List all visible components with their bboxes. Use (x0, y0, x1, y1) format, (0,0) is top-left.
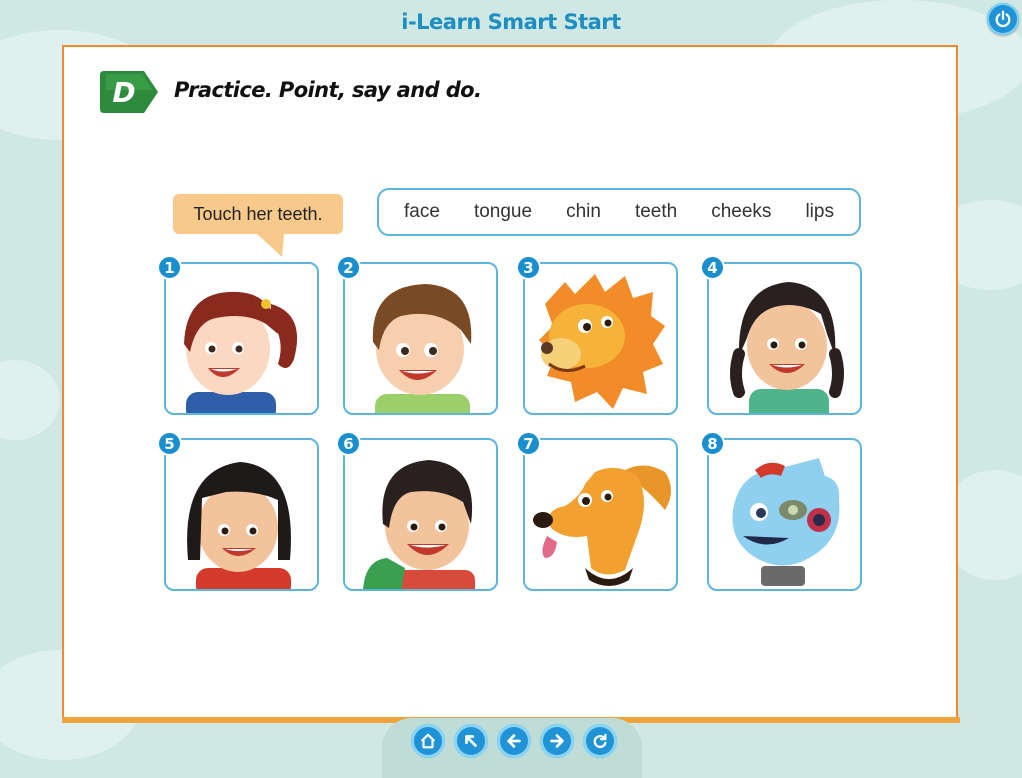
dog-illustration (533, 465, 671, 586)
arrow-up-left-icon (465, 735, 477, 747)
picture-number: 1 (157, 255, 182, 280)
picture-card-robot[interactable] (707, 438, 862, 591)
word-chin: chin (566, 201, 601, 222)
arrow-left-icon (507, 734, 521, 748)
word-face: face (404, 201, 440, 222)
picture-number: 4 (700, 255, 725, 280)
picture-number: 7 (516, 431, 541, 456)
picture-card-girl-black-hair[interactable] (164, 438, 319, 591)
boy-backpack-illustration (363, 460, 475, 589)
activity-heading: Practice. Point, say and do. (174, 78, 482, 102)
picture-number: 2 (336, 255, 361, 280)
girl-face-illustration (184, 291, 298, 413)
home-button[interactable] (411, 724, 445, 758)
picture-number: 5 (157, 431, 182, 456)
next-button[interactable] (540, 724, 574, 758)
word-tongue: tongue (473, 201, 533, 222)
boy-face-illustration (372, 284, 472, 413)
previous-button[interactable] (497, 724, 531, 758)
picture-card-girl-with-braids[interactable] (707, 262, 862, 415)
power-button[interactable] (987, 3, 1019, 35)
section-letter: D (112, 76, 135, 109)
girl-bangs-illustration (187, 462, 291, 589)
arrow-right-icon (550, 734, 564, 748)
picture-card-dog[interactable] (523, 438, 678, 591)
refresh-button[interactable] (583, 724, 617, 758)
lion-illustration (539, 274, 665, 409)
refresh-icon (593, 733, 607, 749)
background-cloud (0, 360, 60, 440)
word-lips: lips (805, 201, 834, 222)
robot-illustration (732, 458, 840, 586)
girl-braids-illustration (730, 282, 844, 413)
word-teeth: teeth (634, 201, 678, 222)
picture-card-girl-with-ponytail[interactable] (164, 262, 319, 415)
picture-card-boy-brown-hair[interactable] (343, 262, 498, 415)
picture-card-boy-with-backpack[interactable] (343, 438, 498, 591)
word-box: face tongue chin teeth cheeks lips (377, 188, 861, 236)
speech-bubble: Touch her teeth. (173, 194, 343, 234)
power-icon (995, 10, 1011, 28)
word-cheeks: cheeks (711, 201, 772, 222)
speech-text: Touch her teeth. (193, 203, 323, 224)
app-title: i-Learn Smart Start (401, 10, 621, 34)
picture-number: 6 (336, 431, 361, 456)
speech-bubble-tail (256, 233, 284, 257)
picture-number: 3 (516, 255, 541, 280)
picture-card-lion[interactable] (523, 262, 678, 415)
home-icon (420, 733, 436, 749)
picture-number: 8 (700, 431, 725, 456)
lesson-page: D Practice. Point, say and do. Touch her… (62, 45, 958, 719)
back-to-menu-button[interactable] (454, 724, 488, 758)
section-letter-badge: D (100, 71, 158, 113)
